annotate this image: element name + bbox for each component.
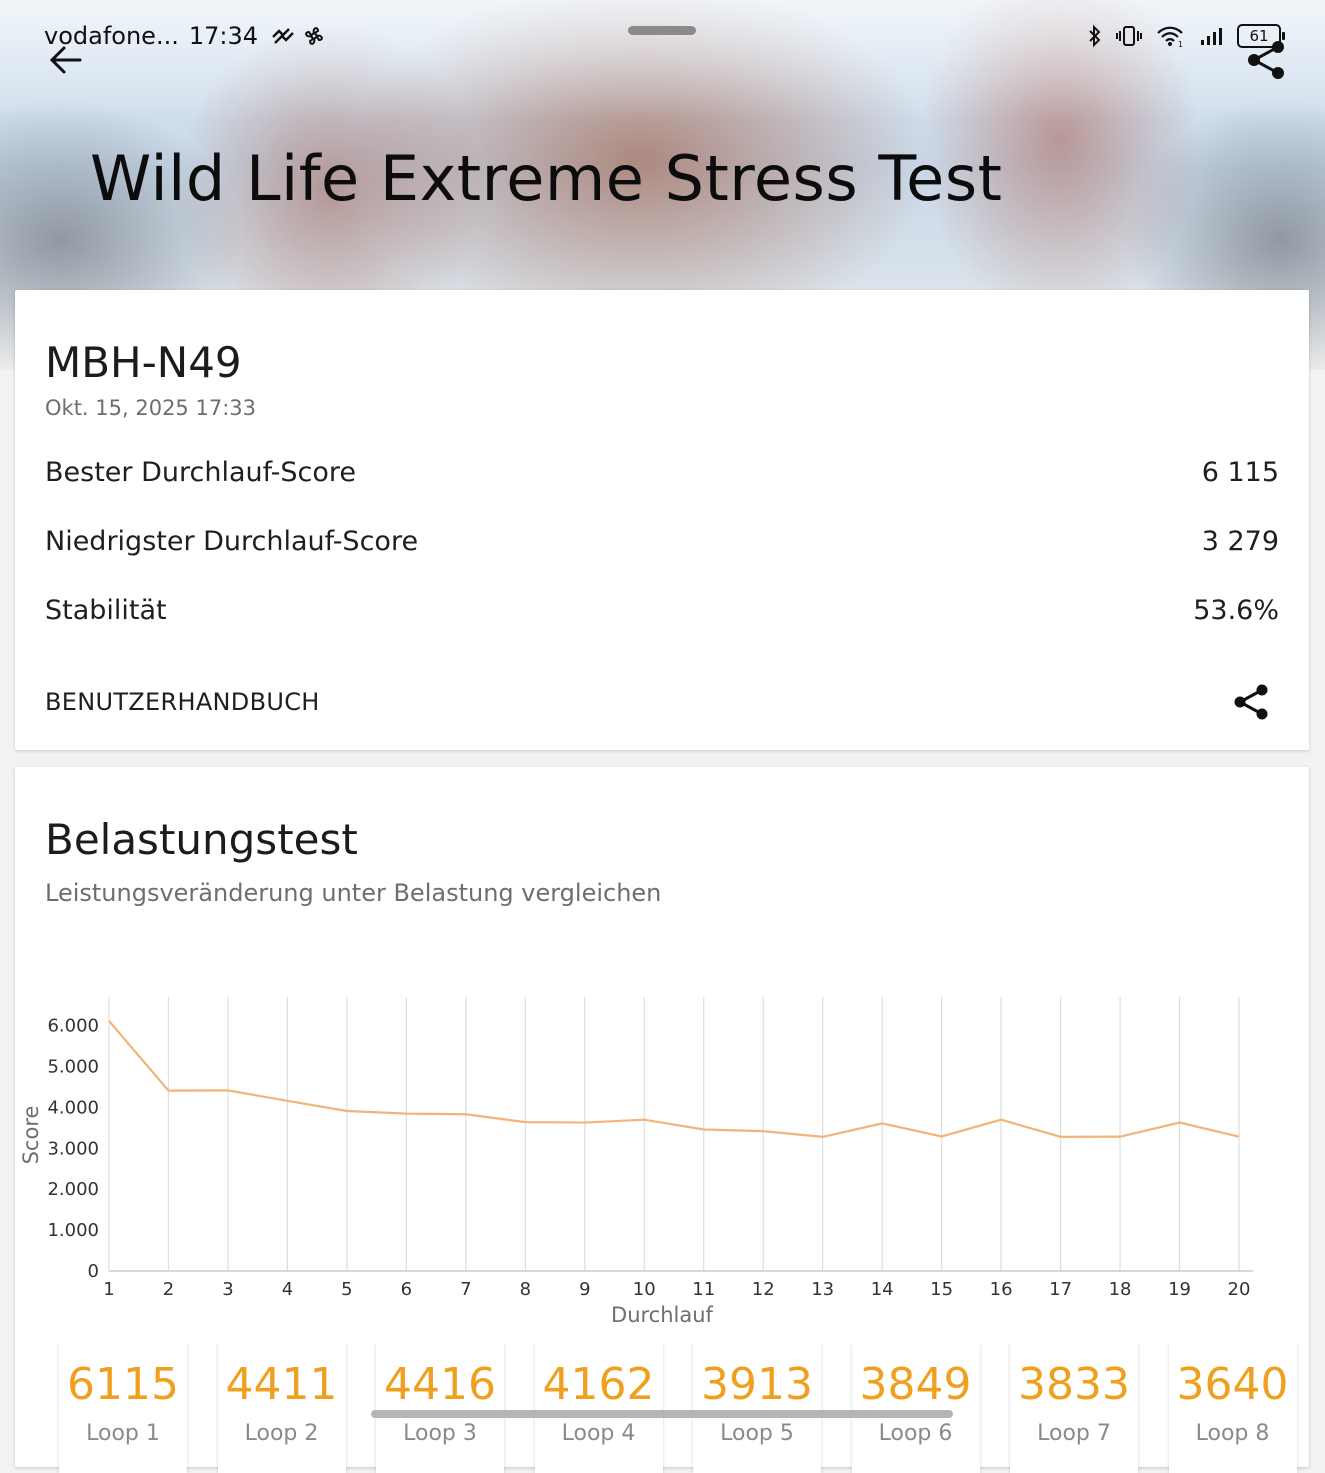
x-axis-label: Durchlauf: [611, 1303, 714, 1327]
signal-icon: [1201, 28, 1222, 45]
loop-tile[interactable]: 3913 Loop 5: [693, 1343, 821, 1473]
loop-score: 3849: [859, 1359, 972, 1410]
y-tick-label: 5.000: [47, 1057, 99, 1078]
section-title: Belastungstest: [45, 815, 358, 864]
clock: 17:34: [188, 22, 258, 50]
loop-score-list[interactable]: 6115 Loop 1 4411 Loop 2 4416 Loop 3 4162 Loop 4…: [15, 1343, 1309, 1473]
y-tick-label: 4.000: [47, 1097, 99, 1118]
loop-score: 6115: [67, 1359, 179, 1410]
share-icon: [1248, 41, 1284, 79]
loop-tile[interactable]: 3849 Loop 6: [851, 1343, 980, 1473]
share-button[interactable]: [1244, 38, 1288, 82]
loop-score: 3913: [701, 1359, 813, 1410]
lowest-score-row: Niedrigster Durchlauf-Score 3 279: [45, 521, 1279, 561]
x-tick-label: 2: [163, 1279, 174, 1300]
best-score-label: Bester Durchlauf-Score: [45, 456, 357, 488]
y-tick-label: 6.000: [47, 1016, 99, 1037]
x-tick-label: 7: [460, 1279, 471, 1300]
x-tick-label: 8: [520, 1279, 531, 1300]
section-subtitle: Leistungsveränderung unter Belastung ver…: [45, 879, 662, 907]
loop-tile[interactable]: 6115 Loop 1: [59, 1343, 187, 1473]
summary-card: MBH-N49 Okt. 15, 2025 17:33 Bester Durch…: [15, 290, 1309, 750]
loop-tile[interactable]: 4416 Loop 3: [376, 1343, 504, 1473]
x-tick-label: 1: [103, 1279, 114, 1300]
lowest-score-value: 3 279: [1201, 525, 1279, 557]
x-tick-label: 3: [222, 1279, 233, 1300]
back-button[interactable]: [44, 40, 88, 80]
y-tick-label: 1.000: [47, 1220, 99, 1241]
loop-score: 4162: [542, 1359, 655, 1410]
status-bar: vodafone... 17:34 1 61: [44, 18, 1285, 54]
y-tick-label: 2.000: [47, 1179, 99, 1200]
page-title: Wild Life Extreme Stress Test: [90, 142, 1003, 215]
y-axis-label: Score: [19, 1106, 43, 1165]
x-tick-label: 5: [341, 1279, 352, 1300]
y-tick-label: 0: [88, 1261, 99, 1282]
loop-score: 3833: [1018, 1359, 1130, 1410]
arrow-left-icon: [49, 46, 82, 74]
x-tick-label: 16: [990, 1279, 1013, 1300]
stability-label: Stabilität: [45, 594, 167, 626]
x-tick-label: 9: [579, 1279, 590, 1300]
x-tick-label: 19: [1168, 1279, 1191, 1300]
loop-tile[interactable]: 4162 Loop 4: [534, 1343, 663, 1473]
stability-value: 53.6%: [1193, 594, 1279, 626]
horizontal-scrollbar[interactable]: [371, 1410, 953, 1418]
x-tick-label: 10: [633, 1279, 656, 1300]
fan-icon: [305, 27, 323, 45]
run-date: Okt. 15, 2025 17:33: [45, 396, 256, 420]
bluetooth-icon: [1089, 24, 1101, 48]
user-manual-link[interactable]: BENUTZERHANDBUCH: [45, 688, 320, 716]
y-tick-label: 3.000: [47, 1138, 99, 1159]
x-tick-label: 20: [1228, 1279, 1251, 1300]
stability-row: Stabilität 53.6%: [45, 590, 1279, 630]
lowest-score-label: Niedrigster Durchlauf-Score: [45, 525, 419, 557]
x-tick-label: 6: [401, 1279, 412, 1300]
loop-tile[interactable]: 4411 Loop 2: [217, 1343, 346, 1473]
best-score-value: 6 115: [1201, 456, 1279, 488]
loop-tile[interactable]: 3640 Loop 8: [1168, 1343, 1297, 1473]
x-tick-label: 13: [811, 1279, 834, 1300]
loop-score: 4411: [225, 1359, 338, 1410]
data-saver-icon: [272, 28, 294, 44]
stress-test-card: Belastungstest Leistungsveränderung unte…: [15, 767, 1309, 1473]
loop-tile[interactable]: 3833 Loop 7: [1010, 1343, 1138, 1473]
score-series-line: [108, 1020, 1240, 1139]
share-result-button[interactable]: [1231, 682, 1271, 722]
x-tick-label: 18: [1109, 1279, 1132, 1300]
loop-score: 4416: [384, 1359, 496, 1410]
vibrate-icon: [1116, 26, 1142, 46]
x-tick-label: 14: [871, 1279, 894, 1300]
device-name: MBH-N49: [45, 338, 242, 387]
x-tick-label: 12: [752, 1279, 775, 1300]
x-tick-label: 17: [1049, 1279, 1072, 1300]
best-score-row: Bester Durchlauf-Score 6 115: [45, 452, 1279, 492]
x-tick-label: 4: [282, 1279, 293, 1300]
x-tick-label: 11: [692, 1279, 715, 1300]
share-icon: [1234, 684, 1268, 720]
x-tick-label: 15: [930, 1279, 953, 1300]
drag-handle[interactable]: [628, 26, 696, 35]
svg-text:1: 1: [1178, 40, 1183, 48]
stress-line-chart: 01.0002.0003.0004.0005.0006.000 12345678…: [19, 997, 1253, 1327]
wifi-icon: 1: [1157, 26, 1183, 48]
loop-score: 3640: [1176, 1359, 1289, 1410]
